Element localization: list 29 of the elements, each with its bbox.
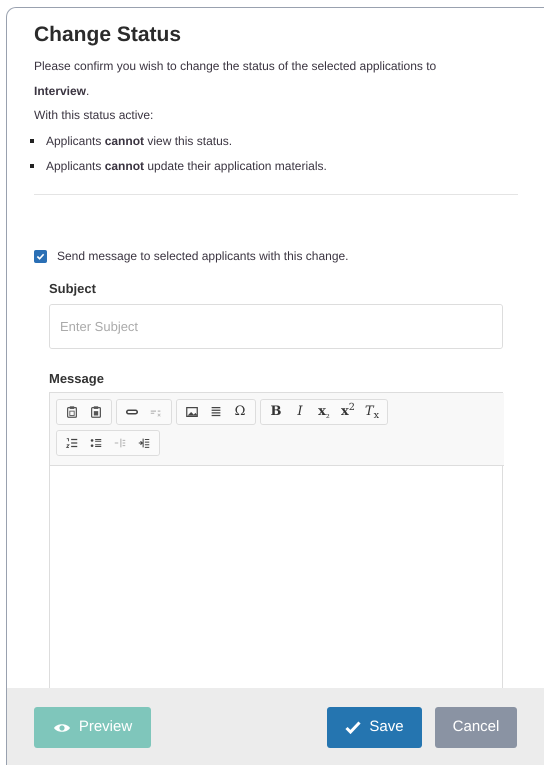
format-button[interactable]: x$_{₂}$ <box>312 401 336 423</box>
bullet-text: Applicants cannot view this status. <box>46 132 232 150</box>
format-button[interactable]: Ω <box>228 401 252 423</box>
bullet-icon <box>30 138 34 142</box>
format-button[interactable]: B <box>264 401 288 423</box>
bullet-text: Applicants cannot update their application materials. <box>46 158 327 174</box>
bullet-icon <box>30 164 34 168</box>
checkbox-label: Send message to selected applicants with this change. <box>57 248 349 265</box>
format-button[interactable]: T$_{x}$ <box>360 401 384 423</box>
status-note: With this status active: <box>34 107 154 124</box>
confirmation-text: Please confirm you wish to change the status of the selected applications to Interview. <box>34 58 438 100</box>
message-label: Message <box>49 370 105 388</box>
format-button[interactable]: I <box>288 401 312 423</box>
subject-label: Subject <box>49 280 97 298</box>
bulleted-list-icon <box>89 436 103 450</box>
dialog-title: Change Status <box>34 22 182 48</box>
eye-icon <box>52 722 71 734</box>
subject-field[interactable]: Enter Subject <box>49 304 503 348</box>
paste-icon <box>65 405 79 419</box>
send-message-checkbox[interactable] <box>34 250 47 262</box>
rule-icon <box>209 405 223 419</box>
format-button[interactable]: x$^{2}$ <box>336 401 360 423</box>
image-icon <box>185 405 199 419</box>
numbered-list-icon <box>65 436 79 450</box>
outdent-icon <box>113 436 127 450</box>
indent-icon <box>137 436 151 450</box>
checkmark-icon <box>345 721 362 734</box>
save-button[interactable]: Save <box>327 707 422 748</box>
paste-word-icon <box>89 405 103 419</box>
